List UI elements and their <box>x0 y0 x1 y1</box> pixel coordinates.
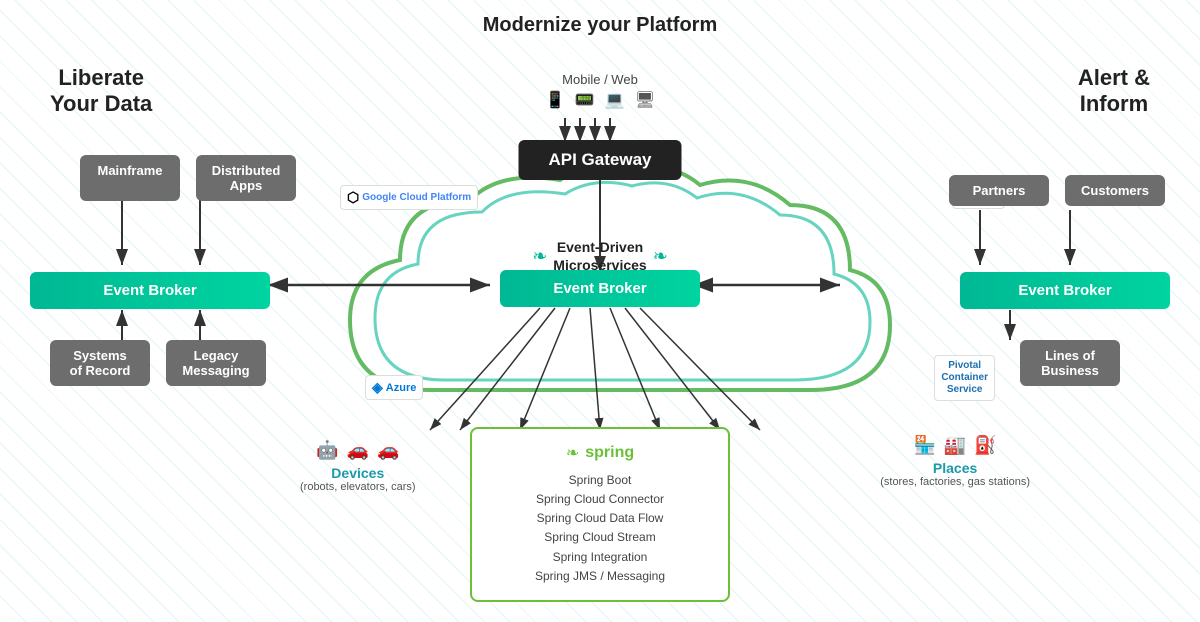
places-sub: (stores, factories, gas stations) <box>880 476 1030 488</box>
spring-item-4: Spring Cloud Stream <box>502 528 698 547</box>
right-top-boxes: Partners Customers <box>949 175 1165 206</box>
places-label: Places <box>880 460 1030 476</box>
mobile-web-label: Mobile / Web <box>562 72 638 87</box>
customers-box: Customers <box>1065 175 1165 206</box>
spring-item-5: Spring Integration <box>502 548 698 567</box>
store-icon: 🏪 <box>913 435 935 456</box>
right-event-broker: Event Broker <box>960 272 1170 309</box>
spring-item-6: Spring JMS / Messaging <box>502 567 698 586</box>
spring-leaf-logo: ❧ <box>566 443 579 463</box>
mainframe-box: Mainframe <box>80 155 180 201</box>
laptop-icon: 💻 <box>605 90 625 110</box>
center-event-broker: Event Broker <box>500 270 700 307</box>
gcp-logo: ⬡ Google Cloud Platform <box>340 185 478 210</box>
factory-icon: 🏭 <box>944 435 966 456</box>
spring-item-2: Spring Cloud Connector <box>502 490 698 509</box>
systems-of-record-box: Systems of Record <box>50 340 150 386</box>
liberate-line1: Liberate <box>50 65 152 91</box>
partners-box: Partners <box>949 175 1049 206</box>
left-event-broker: Event Broker <box>30 272 270 309</box>
spring-leaf-icon2: ❧ <box>653 246 668 267</box>
alert-line1: Alert & <box>1078 65 1150 91</box>
event-driven-center: ❧ Event-DrivenMicroservices ❧ <box>532 238 668 274</box>
spring-item-3: Spring Cloud Data Flow <box>502 509 698 528</box>
spring-leaf-icon: ❧ <box>532 246 547 267</box>
distributed-apps-box: Distributed Apps <box>196 155 296 201</box>
main-title: Modernize your Platform <box>483 14 717 37</box>
right-section-title: Alert & Inform <box>1078 65 1150 118</box>
azure-logo: ◈ Azure <box>365 375 423 400</box>
pivotal-logo: Pivotal Container Service <box>934 355 995 401</box>
desktop-icon: 🖥 <box>635 90 655 110</box>
devices-sub: (robots, elevators, cars) <box>300 481 416 493</box>
phone-icon: 📱 <box>545 90 565 110</box>
spring-header: ❧ spring <box>502 443 698 463</box>
lines-of-business-box: Lines of Business <box>1020 340 1120 386</box>
left-bottom-boxes: Systems of Record Legacy Messaging <box>50 340 266 386</box>
api-gateway: API Gateway <box>519 140 682 180</box>
liberate-line2: Your Data <box>50 91 152 117</box>
spring-title: spring <box>585 444 634 462</box>
page: Modernize your Platform Liberate Your Da… <box>0 0 1200 622</box>
tablet-icon: 📟 <box>575 90 595 110</box>
event-driven-label: Event-DrivenMicroservices <box>553 238 646 274</box>
car-icon: 🚗 <box>377 440 399 461</box>
devices-section: 🤖 🚗 🚗 Devices (robots, elevators, cars) <box>300 440 416 493</box>
mobile-icons: 📱 📟 💻 🖥 <box>545 90 655 110</box>
spring-item-1: Spring Boot <box>502 471 698 490</box>
spring-items: Spring Boot Spring Cloud Connector Sprin… <box>502 471 698 586</box>
devices-label: Devices <box>300 465 416 481</box>
legacy-messaging-box: Legacy Messaging <box>166 340 266 386</box>
elevator-icon: 🚗 <box>347 440 369 461</box>
left-top-boxes: Mainframe Distributed Apps <box>80 155 296 201</box>
left-section-title: Liberate Your Data <box>50 65 152 118</box>
spring-box: ❧ spring Spring Boot Spring Cloud Connec… <box>470 427 730 602</box>
places-section: 🏪 🏭 ⛽ Places (stores, factories, gas sta… <box>880 435 1030 488</box>
alert-line2: Inform <box>1078 91 1150 117</box>
gas-icon: ⛽ <box>974 435 996 456</box>
robot-icon: 🤖 <box>316 440 338 461</box>
